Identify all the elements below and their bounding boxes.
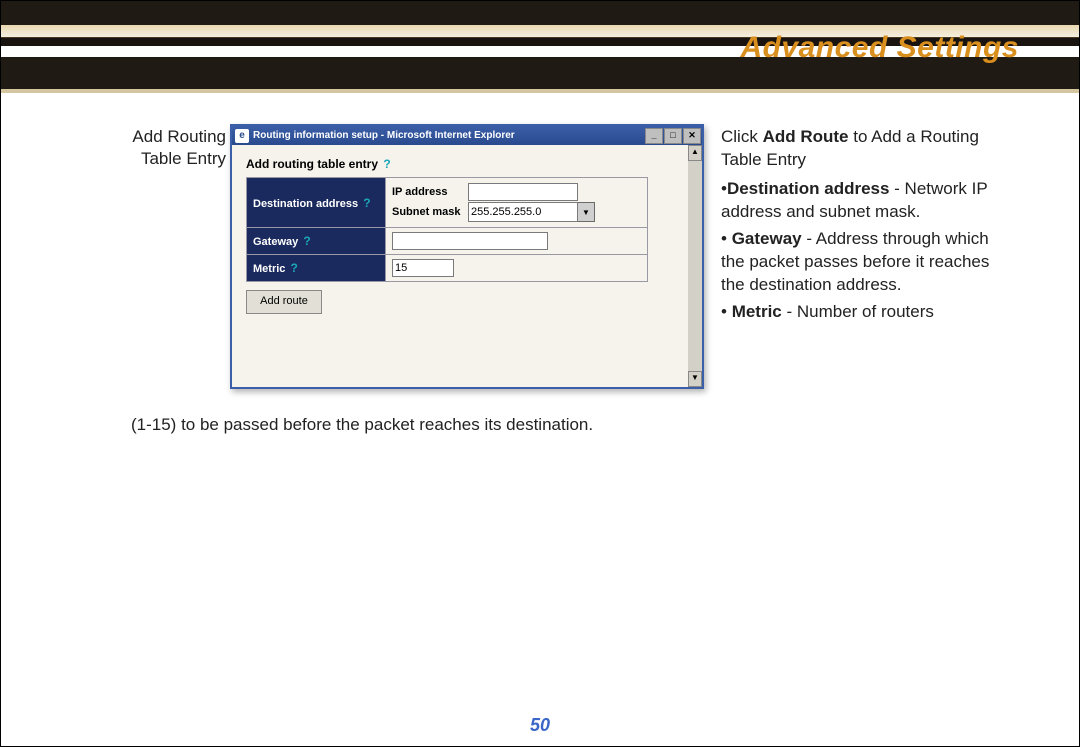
metric-label: Metric — [253, 263, 285, 275]
subnet-mask-select[interactable]: 255.255.255.0 ▼ — [468, 202, 595, 222]
desc-p1: Click Add Route to Add a Routing Table E… — [721, 126, 991, 172]
form-heading: Add routing table entry ? — [246, 157, 678, 171]
metric-label-cell: Metric ? — [247, 255, 386, 282]
dest-address-label-cell: Destination address ? — [247, 178, 386, 228]
gateway-value-cell — [386, 228, 648, 255]
desc-continuation: (1-15) to be passed before the packet re… — [131, 415, 593, 435]
gateway-label-cell: Gateway ? — [247, 228, 386, 255]
dest-address-label: Destination address — [253, 198, 358, 210]
help-icon[interactable]: ? — [363, 196, 370, 210]
desc-p4: • Metric - Number of routers — [721, 301, 991, 324]
subnet-mask-label: Subnet mask — [392, 206, 468, 218]
ip-address-input[interactable] — [468, 183, 578, 201]
table-row: Destination address ? IP address Subnet … — [247, 178, 648, 228]
gateway-input[interactable] — [392, 232, 548, 250]
scroll-up-button[interactable]: ▲ — [688, 145, 702, 161]
metric-value-cell — [386, 255, 648, 282]
table-row: Gateway ? — [247, 228, 648, 255]
maximize-button[interactable]: □ — [664, 128, 682, 144]
routing-form-table: Destination address ? IP address Subnet … — [246, 177, 648, 282]
window-content: Add routing table entry ? Destination ad… — [232, 145, 688, 387]
subnet-mask-value: 255.255.255.0 — [468, 202, 578, 222]
dest-address-value-cell: IP address Subnet mask 255.255.255.0 ▼ — [386, 178, 648, 228]
window-buttons: _ □ ✕ — [645, 128, 702, 144]
left-caption-line2: Table Entry — [141, 149, 226, 168]
help-icon[interactable]: ? — [303, 234, 310, 248]
desc-p2: •Destination address - Network IP addres… — [721, 178, 991, 224]
window-title: Routing information setup - Microsoft In… — [253, 130, 515, 141]
header-band — [1, 89, 1079, 93]
left-caption: Add Routing Table Entry — [106, 126, 226, 170]
description-column: Click Add Route to Add a Routing Table E… — [721, 126, 991, 324]
desc-p3: • Gateway - Address through which the pa… — [721, 228, 991, 297]
chevron-down-icon[interactable]: ▼ — [578, 202, 595, 222]
form-heading-text: Add routing table entry — [246, 157, 378, 171]
browser-window: e Routing information setup - Microsoft … — [230, 124, 704, 389]
ie-icon: e — [235, 129, 249, 143]
left-caption-line1: Add Routing — [132, 127, 226, 146]
metric-input[interactable] — [392, 259, 454, 277]
gateway-label: Gateway — [253, 236, 298, 248]
minimize-button[interactable]: _ — [645, 128, 663, 144]
header-band — [1, 1, 1079, 25]
close-button[interactable]: ✕ — [683, 128, 701, 144]
help-icon[interactable]: ? — [290, 261, 297, 275]
manual-page: Advanced Settings Add Routing Table Entr… — [0, 0, 1080, 747]
add-route-button[interactable]: Add route — [246, 290, 322, 314]
ip-address-label: IP address — [392, 186, 468, 198]
page-number: 50 — [1, 715, 1079, 736]
table-row: Metric ? — [247, 255, 648, 282]
scrollbar[interactable]: ▲ ▼ — [687, 145, 702, 387]
window-titlebar: e Routing information setup - Microsoft … — [232, 126, 702, 145]
page-title: Advanced Settings — [740, 31, 1019, 65]
help-icon[interactable]: ? — [383, 157, 390, 171]
scroll-down-button[interactable]: ▼ — [688, 371, 702, 387]
